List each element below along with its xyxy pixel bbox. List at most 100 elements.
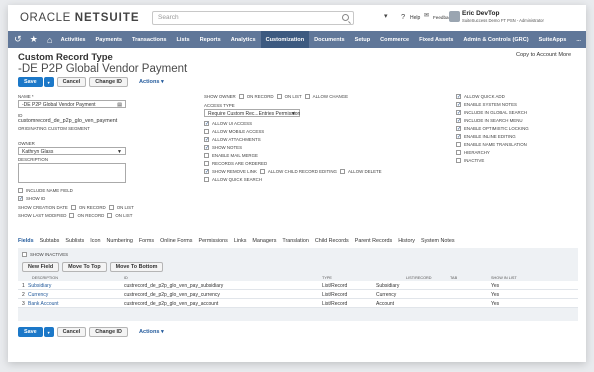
allow-change-checkbox[interactable]	[304, 94, 310, 99]
allow-quick-search-field[interactable]: ALLOW QUICK SEARCH	[204, 177, 262, 182]
allow-delete-checkbox[interactable]	[339, 169, 345, 174]
actions-menu[interactable]: Actions ▾	[139, 329, 164, 335]
checkbox[interactable]: ✓	[204, 121, 209, 127]
help-icon[interactable]: ?	[401, 12, 405, 21]
tab-links[interactable]: Links	[234, 238, 247, 244]
show-notes-field[interactable]: ✓ SHOW NOTES	[204, 145, 242, 151]
tab-forms[interactable]: Forms	[139, 238, 154, 244]
nav-reports[interactable]: Reports	[195, 31, 226, 48]
search-menu-field[interactable]: ✓ INCLUDE IN SEARCH MENU	[456, 118, 523, 124]
modified-on-record-checkbox[interactable]	[69, 213, 75, 218]
checkbox[interactable]: ✓	[204, 137, 209, 143]
table-row[interactable]: 3 Bank Account custrecord_de_p2p_glo_ven…	[18, 299, 578, 308]
checkbox[interactable]	[456, 158, 461, 163]
save-button[interactable]: Save	[18, 327, 43, 337]
nav-analytics[interactable]: Analytics	[226, 31, 261, 48]
owner-on-record-checkbox[interactable]	[238, 94, 244, 99]
move-to-bottom-button[interactable]: Move To Bottom	[109, 262, 164, 272]
enable-system-notes-field[interactable]: ✓ ENABLE SYSTEM NOTES	[456, 102, 517, 108]
checkbox[interactable]	[204, 161, 209, 166]
records-ordered-field[interactable]: RECORDS ARE ORDERED	[204, 161, 267, 166]
inline-editing-field[interactable]: ✓ ENABLE INLINE EDITING	[456, 134, 516, 140]
tab-icon[interactable]: Icon	[90, 238, 100, 244]
checkbox[interactable]: ✓	[456, 118, 461, 124]
cancel-button[interactable]: Cancel	[56, 77, 87, 87]
actions-menu[interactable]: Actions ▾	[139, 79, 164, 85]
nav-activities[interactable]: Activities	[56, 31, 91, 48]
recent-records-icon[interactable]: ▾	[384, 12, 388, 20]
star-icon[interactable]: ★	[28, 31, 40, 48]
nav-fixed-assets[interactable]: Fixed Assets	[414, 31, 458, 48]
tab-system-notes[interactable]: System Notes	[421, 238, 455, 244]
tab-managers[interactable]: Managers	[252, 238, 276, 244]
tab-sublists[interactable]: Sublists	[65, 238, 84, 244]
oracle-netsuite-logo[interactable]: ORACLE NETSUITE	[20, 12, 140, 24]
nav-setup[interactable]: Setup	[350, 31, 376, 48]
new-field-button[interactable]: New Field	[22, 262, 60, 272]
checkbox[interactable]	[456, 150, 461, 155]
more-link[interactable]: More	[558, 52, 571, 58]
move-to-top-button[interactable]: Move To Top	[62, 262, 107, 272]
nav-commerce[interactable]: Commerce	[375, 31, 414, 48]
search-icon[interactable]	[342, 14, 349, 21]
global-search-field[interactable]: ✓ INCLUDE IN GLOBAL SEARCH	[456, 110, 527, 116]
tab-translation[interactable]: Translation	[282, 238, 308, 244]
tab-online-forms[interactable]: Online Forms	[160, 238, 192, 244]
row-description-link[interactable]: Subsidiary	[28, 283, 51, 289]
row-description-link[interactable]: Bank Account	[28, 301, 59, 307]
name-input[interactable]: -DE P2P Global Vendor Payment ▤	[18, 100, 126, 108]
checkbox[interactable]	[204, 153, 209, 158]
modified-on-list-checkbox[interactable]	[107, 213, 113, 218]
feedback-icon[interactable]: ✉	[424, 12, 429, 19]
cancel-button[interactable]: Cancel	[56, 327, 87, 337]
tab-history[interactable]: History	[398, 238, 415, 244]
child-record-editing-checkbox[interactable]	[259, 169, 265, 174]
tab-child-records[interactable]: Child Records	[315, 238, 349, 244]
checkbox[interactable]	[456, 142, 461, 147]
tab-subtabs[interactable]: Subtabs	[40, 238, 60, 244]
tab-permissions[interactable]: Permissions	[198, 238, 227, 244]
nav-payments[interactable]: Payments	[91, 31, 127, 48]
allow-ui-access-field[interactable]: ✓ ALLOW UI ACCESS	[204, 121, 252, 127]
nav-lists[interactable]: Lists	[172, 31, 195, 48]
optimistic-locking-field[interactable]: ✓ ENABLE OPTIMISTIC LOCKING	[456, 126, 529, 132]
checkbox[interactable]: ✓	[456, 102, 461, 108]
inactive-field[interactable]: INACTIVE	[456, 158, 484, 163]
creation-on-list-checkbox[interactable]	[108, 205, 114, 210]
save-options-icon[interactable]: ▾	[43, 327, 54, 337]
checkbox[interactable]: ✓	[456, 94, 461, 100]
save-options-icon[interactable]: ▾	[43, 77, 54, 87]
user-avatar[interactable]	[449, 11, 460, 22]
nav-more[interactable]: ...	[571, 31, 586, 48]
home-icon[interactable]: ⌂	[44, 31, 56, 48]
hierarchy-field[interactable]: HIERARCHY	[456, 150, 490, 155]
include-name-field[interactable]: INCLUDE NAME FIELD	[18, 188, 73, 193]
include-name-checkbox[interactable]	[18, 188, 23, 193]
allow-quick-add-field[interactable]: ✓ ALLOW QUICK ADD	[456, 94, 505, 100]
show-inactives-field[interactable]: SHOW INACTIVES	[22, 252, 68, 257]
global-search-input[interactable]: Search	[152, 11, 354, 25]
owner-on-list-checkbox[interactable]	[276, 94, 282, 99]
nav-admin-controls[interactable]: Admin & Controls (GRC)	[458, 31, 533, 48]
allow-mobile-access-field[interactable]: ALLOW MOBILE ACCESS	[204, 129, 264, 134]
owner-select[interactable]: Kathryn Glass ▼	[18, 147, 126, 155]
show-inactives-checkbox[interactable]	[22, 252, 27, 257]
save-button[interactable]: Save	[18, 77, 43, 87]
change-id-button[interactable]: Change ID	[89, 77, 128, 87]
tab-fields[interactable]: Fields	[18, 238, 34, 244]
change-id-button[interactable]: Change ID	[89, 327, 128, 337]
help-link[interactable]: Help	[410, 15, 420, 21]
checkbox[interactable]: ✓	[456, 134, 461, 140]
creation-on-record-checkbox[interactable]	[70, 205, 76, 210]
table-row[interactable]: 1 Subsidiary custrecord_de_p2p_glo_ven_p…	[18, 281, 578, 290]
copy-to-account-link[interactable]: Copy to Account	[516, 52, 557, 58]
row-description-link[interactable]: Currency	[28, 292, 48, 298]
allow-quick-search-checkbox[interactable]	[204, 177, 209, 182]
checkbox[interactable]: ✓	[204, 145, 209, 151]
nav-transactions[interactable]: Transactions	[127, 31, 172, 48]
name-translation-field[interactable]: ENABLE NAME TRANSLATION	[456, 142, 527, 147]
checkbox[interactable]	[204, 129, 209, 134]
nav-suiteapps[interactable]: SuiteApps	[534, 31, 572, 48]
checkbox[interactable]: ✓	[456, 126, 461, 132]
nav-documents[interactable]: Documents	[309, 31, 349, 48]
